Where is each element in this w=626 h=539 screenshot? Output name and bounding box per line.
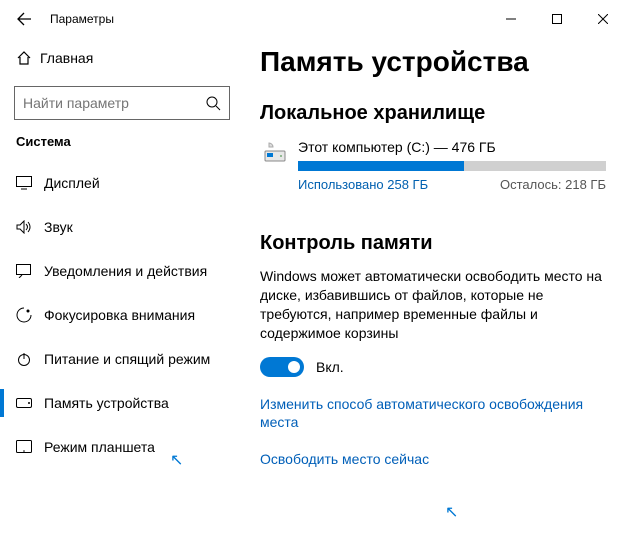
drive-name: Этот компьютер (C:) — 476 ГБ xyxy=(298,139,606,155)
sidebar-item-tablet[interactable]: Режим планшета xyxy=(0,425,244,469)
storage-icon xyxy=(16,398,44,408)
section-label: Система xyxy=(0,134,244,149)
home-nav[interactable]: Главная xyxy=(0,38,244,78)
power-icon xyxy=(16,351,44,367)
close-button[interactable] xyxy=(580,3,626,35)
sidebar-item-label: Дисплей xyxy=(44,175,100,191)
sidebar-item-display[interactable]: Дисплей xyxy=(0,161,244,205)
arrow-left-icon xyxy=(16,11,32,27)
sidebar-item-power[interactable]: Питание и спящий режим xyxy=(0,337,244,381)
toggle-label: Вкл. xyxy=(316,359,344,375)
storage-sense-toggle-row: Вкл. xyxy=(260,357,606,377)
search-box[interactable] xyxy=(14,86,230,120)
sidebar-item-label: Память устройства xyxy=(44,395,169,411)
minimize-button[interactable] xyxy=(488,3,534,35)
sidebar-item-label: Питание и спящий режим xyxy=(44,351,210,367)
sidebar-item-storage[interactable]: Память устройства xyxy=(0,381,244,425)
sense-heading: Контроль памяти xyxy=(260,232,606,255)
drive-info: Этот компьютер (C:) — 476 ГБ Использован… xyxy=(298,139,606,192)
display-icon xyxy=(16,176,44,190)
titlebar: Параметры xyxy=(0,0,626,38)
close-icon xyxy=(598,14,608,24)
storage-heading: Локальное хранилище xyxy=(260,102,606,125)
sound-icon xyxy=(16,220,44,234)
back-button[interactable] xyxy=(8,3,40,35)
notifications-icon xyxy=(16,264,44,278)
usage-bar-fill xyxy=(298,161,464,171)
window-title: Параметры xyxy=(50,12,114,26)
drive-row[interactable]: Этот компьютер (C:) — 476 ГБ Использован… xyxy=(260,139,606,192)
drive-free: Осталось: 218 ГБ xyxy=(500,177,606,192)
home-icon xyxy=(16,50,40,66)
tablet-icon xyxy=(16,440,44,454)
minimize-icon xyxy=(506,14,516,24)
sense-description: Windows может автоматически освободить м… xyxy=(260,267,606,343)
storage-sense-toggle[interactable] xyxy=(260,357,304,377)
sidebar-item-notifications[interactable]: Уведомления и действия xyxy=(0,249,244,293)
drive-used: Использовано 258 ГБ xyxy=(298,177,428,192)
link-free-now[interactable]: Освободить место сейчас xyxy=(260,450,606,469)
page-title: Память устройства xyxy=(260,46,606,78)
sidebar-item-sound[interactable]: Звук xyxy=(0,205,244,249)
sidebar-item-label: Фокусировка внимания xyxy=(44,307,195,323)
search-icon xyxy=(205,95,221,111)
usage-bar xyxy=(298,161,606,171)
link-change-auto[interactable]: Изменить способ автоматического освобожд… xyxy=(260,395,606,433)
sidebar-item-label: Режим планшета xyxy=(44,439,155,455)
main-panel: Память устройства Локальное хранилище Эт… xyxy=(248,38,626,539)
toggle-knob xyxy=(288,361,300,373)
search-input[interactable] xyxy=(23,95,205,111)
drive-icon xyxy=(260,139,290,192)
home-label: Главная xyxy=(40,50,93,66)
focus-icon xyxy=(16,307,44,323)
sidebar-item-label: Уведомления и действия xyxy=(44,263,207,279)
sidebar-item-label: Звук xyxy=(44,219,73,235)
sidebar-item-focus[interactable]: Фокусировка внимания xyxy=(0,293,244,337)
sidebar: Главная Система Дисплей Звук Уведомления… xyxy=(0,38,248,539)
maximize-button[interactable] xyxy=(534,3,580,35)
maximize-icon xyxy=(552,14,562,24)
window-controls xyxy=(488,3,626,35)
